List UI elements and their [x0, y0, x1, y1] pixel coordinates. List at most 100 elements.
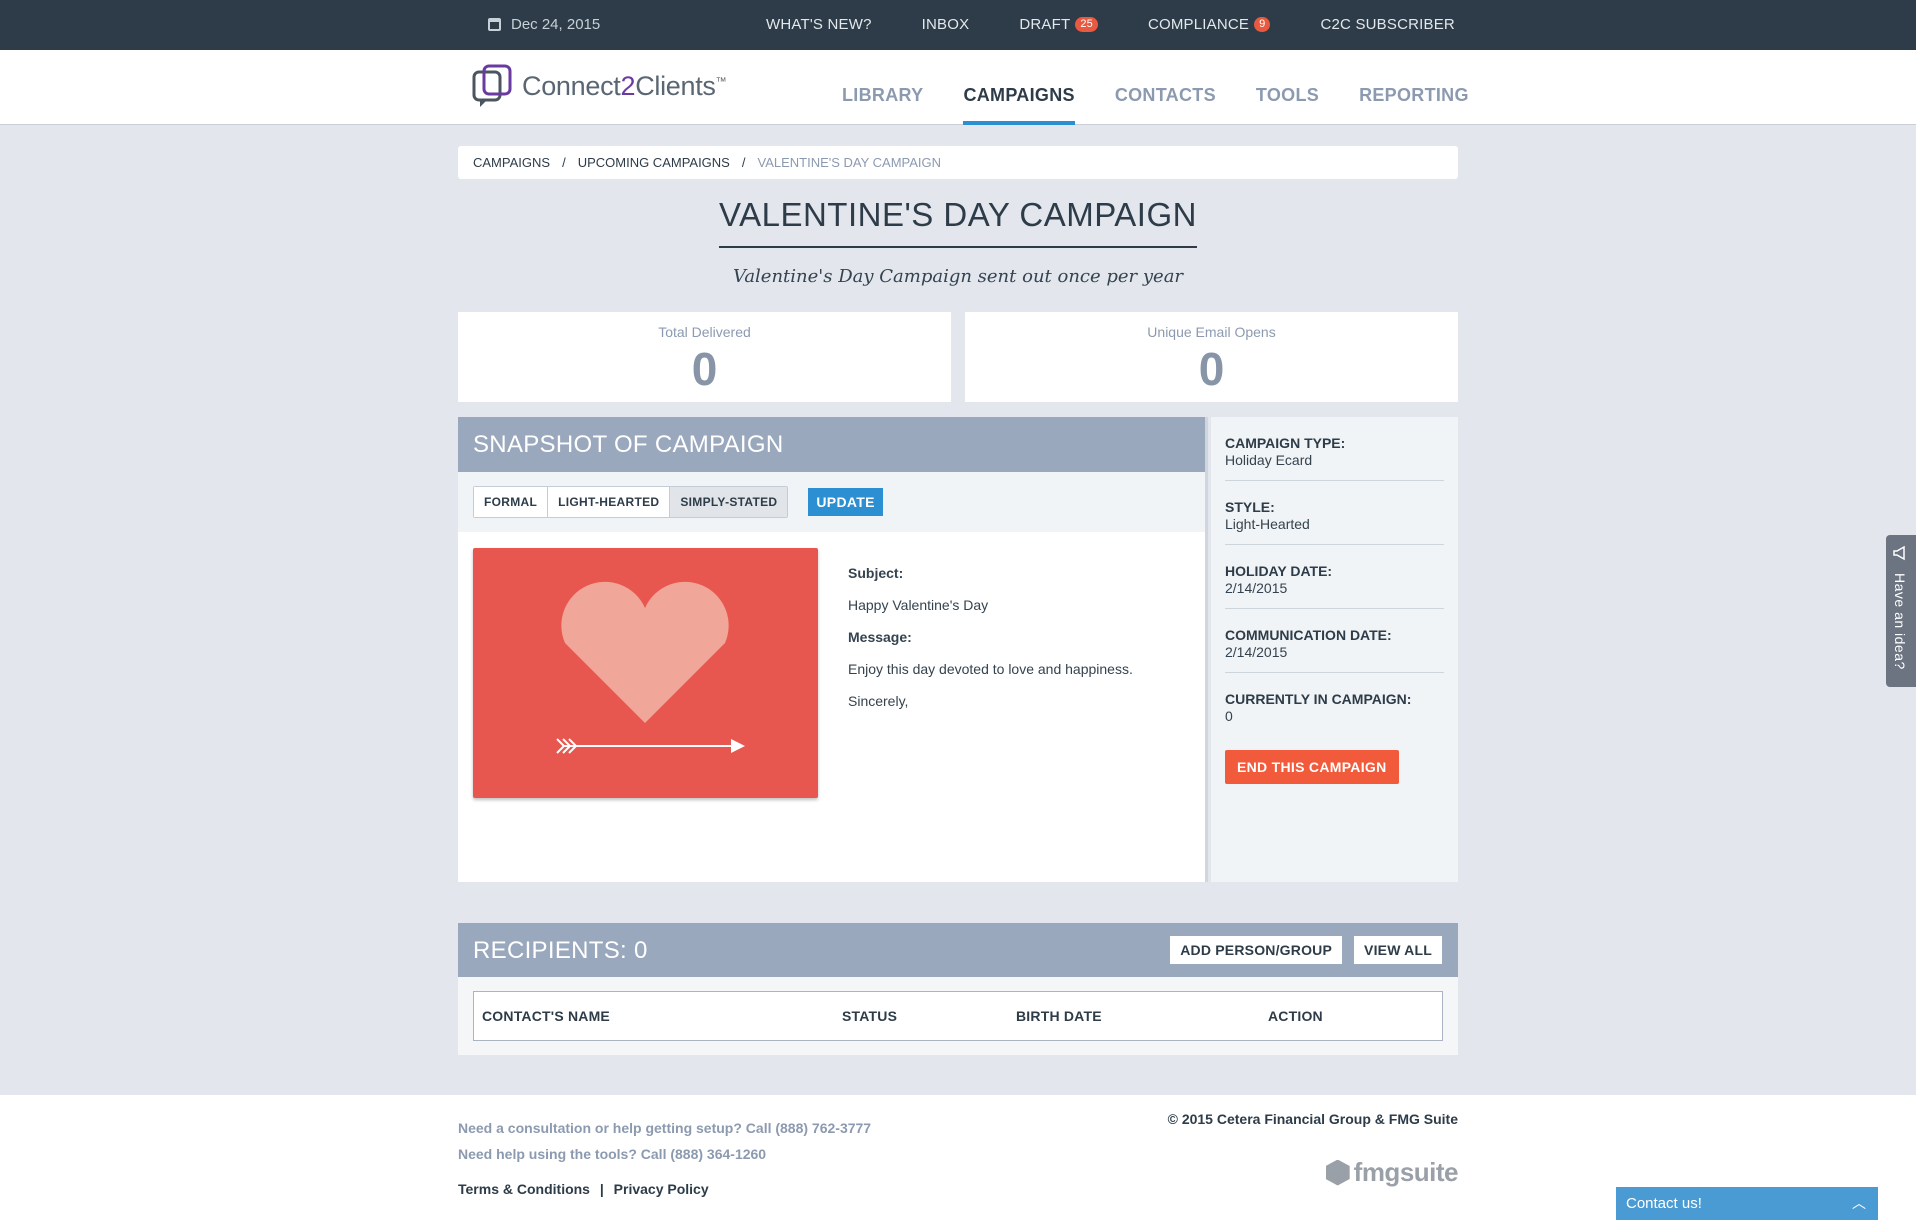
info-key: CURRENTLY IN CAMPAIGN: [1225, 691, 1412, 707]
snapshot-title: SNAPSHOT OF CAMPAIGN [458, 417, 1205, 472]
recipients-title: RECIPIENTS: 0 [473, 937, 648, 964]
recipients-header: RECIPIENTS: 0 ADD PERSON/GROUP VIEW ALL [458, 923, 1458, 977]
top-nav: WHAT'S NEW? INBOX DRAFT 25 COMPLIANCE 9 C2… [766, 16, 1455, 33]
update-button[interactable]: UPDATE [808, 488, 883, 516]
topnav-label: WHAT'S NEW? [766, 16, 872, 33]
tab-tools[interactable]: TOOLS [1256, 50, 1319, 125]
column-contact-name[interactable]: CONTACT'S NAME [482, 1008, 610, 1024]
email-content: Subject: Happy Valentine's Day Message: … [848, 557, 1133, 717]
view-all-button[interactable]: VIEW ALL [1354, 936, 1442, 964]
breadcrumb-separator: / [562, 155, 566, 170]
message-label: Message: [848, 629, 912, 645]
privacy-link[interactable]: Privacy Policy [614, 1181, 709, 1197]
calendar-icon [488, 18, 501, 31]
tab-contacts[interactable]: CONTACTS [1115, 50, 1216, 125]
message-text: Enjoy this day devoted to love and happi… [848, 661, 1133, 677]
breadcrumb-campaigns[interactable]: CAMPAIGNS [473, 155, 550, 170]
contact-us-label: Contact us! [1626, 1195, 1702, 1212]
logo[interactable]: Connect2Clients™ [472, 64, 727, 108]
topnav-label: DRAFT [1019, 16, 1071, 33]
topnav-inbox[interactable]: INBOX [922, 16, 970, 33]
add-person-group-button[interactable]: ADD PERSON/GROUP [1170, 936, 1343, 964]
contact-us-widget[interactable]: Contact us! ︿ [1616, 1187, 1878, 1220]
style-light-hearted-button[interactable]: LIGHT-HEARTED [548, 487, 671, 517]
stat-value: 0 [1198, 343, 1225, 395]
stat-label: Total Delivered [658, 324, 751, 340]
campaign-info-panel: CAMPAIGN TYPE: Holiday Ecard STYLE: Ligh… [1211, 417, 1458, 882]
page-title-wrap: VALENTINE'S DAY CAMPAIGN [458, 196, 1458, 248]
style-toolbar: FORMAL LIGHT-HEARTED SIMPLY-STATED UPDAT… [458, 472, 1205, 532]
terms-link[interactable]: Terms & Conditions [458, 1181, 590, 1197]
logo-icon [472, 64, 512, 107]
info-key: CAMPAIGN TYPE: [1225, 435, 1346, 451]
draft-count-badge: 25 [1075, 17, 1098, 32]
heart-arrow-icon [556, 581, 745, 754]
column-status[interactable]: STATUS [842, 1008, 897, 1024]
main-header: Connect2Clients™ LIBRARY CAMPAIGNS CONTA… [0, 50, 1916, 125]
compliance-count-badge: 9 [1254, 17, 1271, 32]
tab-reporting[interactable]: REPORTING [1359, 50, 1469, 125]
subject-label: Subject: [848, 565, 904, 581]
recipients-panel: RECIPIENTS: 0 ADD PERSON/GROUP VIEW ALL … [458, 923, 1458, 1055]
fmgsuite-hex-icon [1325, 1159, 1350, 1186]
fmgsuite-logo: fmgsuite [1325, 1157, 1459, 1188]
footer-divider: | [599, 1181, 604, 1197]
logo-text: Connect2Clients™ [522, 70, 727, 102]
info-row-currently-in-campaign: CURRENTLY IN CAMPAIGN: 0 [1225, 673, 1444, 736]
topnav-label: COMPLIANCE [1147, 16, 1250, 33]
info-key: COMMUNICATION DATE: [1225, 627, 1392, 643]
footer-help: Need a consultation or help getting setu… [458, 1115, 871, 1167]
closing-text: Sincerely, [848, 693, 909, 709]
idea-tab-label: Have an idea? [1892, 573, 1908, 670]
breadcrumb: CAMPAIGNS / UPCOMING CAMPAIGNS / VALENTI… [458, 146, 1458, 179]
snapshot-panel: SNAPSHOT OF CAMPAIGN FORMAL LIGHT-HEARTE… [458, 417, 1208, 882]
stat-label: Unique Email Opens [1147, 324, 1276, 340]
breadcrumb-separator: / [741, 155, 746, 170]
info-row-communication-date: COMMUNICATION DATE: 2/14/2015 [1225, 609, 1444, 673]
help-consultation: Need a consultation or help getting setu… [458, 1120, 872, 1136]
topnav-compliance[interactable]: COMPLIANCE 9 [1148, 16, 1271, 33]
breadcrumb-upcoming[interactable]: UPCOMING CAMPAIGNS [578, 155, 730, 170]
date-text: Dec 24, 2015 [511, 16, 601, 33]
info-key: HOLIDAY DATE: [1225, 563, 1333, 579]
stat-value: 0 [691, 343, 718, 395]
have-an-idea-tab[interactable]: Have an idea? [1886, 535, 1916, 687]
tab-campaigns[interactable]: CAMPAIGNS [963, 50, 1075, 125]
current-date: Dec 24, 2015 [488, 16, 600, 33]
info-value: 2/14/2015 [1225, 580, 1288, 596]
topnav-whats-new[interactable]: WHAT'S NEW? [766, 16, 872, 33]
info-row-style: STYLE: Light-Hearted [1225, 481, 1444, 545]
topnav-subscriber[interactable]: C2C SUBSCRIBER [1320, 16, 1455, 33]
info-key: STYLE: [1225, 499, 1275, 515]
main-nav: LIBRARY CAMPAIGNS CONTACTS TOOLS REPORTI… [842, 50, 1469, 125]
style-formal-button[interactable]: FORMAL [474, 487, 549, 517]
topnav-draft[interactable]: DRAFT 25 [1019, 16, 1098, 33]
info-value: Light-Hearted [1225, 516, 1310, 532]
top-bar: Dec 24, 2015 WHAT'S NEW? INBOX DRAFT 25 C… [0, 0, 1916, 50]
tab-library[interactable]: LIBRARY [842, 50, 923, 125]
info-value: Holiday Ecard [1225, 452, 1313, 468]
style-selector: FORMAL LIGHT-HEARTED SIMPLY-STATED [473, 486, 789, 518]
recipients-table-header: CONTACT'S NAME STATUS BIRTH DATE ACTION [473, 991, 1443, 1041]
info-value: 2/14/2015 [1225, 644, 1288, 660]
subject-text: Happy Valentine's Day [848, 597, 989, 613]
topnav-label: INBOX [921, 16, 970, 33]
megaphone-icon [1893, 545, 1905, 561]
page-title: VALENTINE'S DAY CAMPAIGN [719, 196, 1197, 248]
page-subtitle: Valentine's Day Campaign sent out once p… [732, 266, 1184, 287]
help-tools: Need help using the tools? Call (888) 36… [458, 1146, 767, 1162]
footer-links: Terms & Conditions | Privacy Policy [458, 1181, 709, 1197]
copyright: © 2015 Cetera Financial Group & FMG Suit… [1167, 1111, 1458, 1127]
breadcrumb-current: VALENTINE'S DAY CAMPAIGN [757, 155, 942, 170]
stat-unique-opens: Unique Email Opens 0 [965, 312, 1458, 402]
end-campaign-button[interactable]: END THIS CAMPAIGN [1225, 750, 1399, 784]
info-value: 0 [1225, 708, 1233, 724]
style-simply-stated-button[interactable]: SIMPLY-STATED [670, 487, 788, 517]
ecard-preview-image [473, 548, 818, 798]
column-birth-date[interactable]: BIRTH DATE [1016, 1008, 1102, 1024]
recipients-actions: ADD PERSON/GROUP VIEW ALL [1170, 936, 1442, 964]
logo-trademark: ™ [715, 75, 727, 88]
info-row-holiday-date: HOLIDAY DATE: 2/14/2015 [1225, 545, 1444, 609]
logo-word-1: Connect [522, 70, 621, 101]
column-action: ACTION [1268, 1008, 1323, 1024]
